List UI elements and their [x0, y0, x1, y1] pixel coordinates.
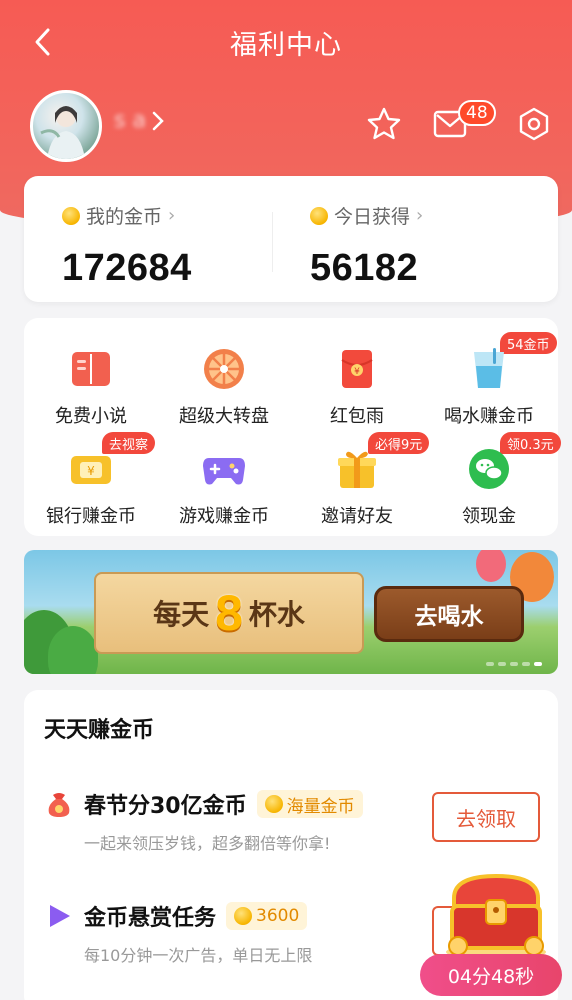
treasure-chest-icon [446, 873, 546, 960]
reward-pill: 海量金币 [256, 790, 363, 818]
chevron-right-icon: › [416, 205, 424, 226]
task-title: 春节分30亿金币 [84, 794, 247, 819]
svg-text:¥: ¥ [87, 464, 95, 478]
grid-item-game-coins[interactable]: 游戏赚金币 [159, 446, 289, 536]
back-button[interactable] [28, 24, 56, 60]
coin-summary-card: 我的金币 › 172684 今日获得 › 56182 [24, 176, 558, 302]
gamepad-icon [203, 458, 245, 485]
grid-item-get-cash[interactable]: 领0.3元 领现金 [424, 432, 561, 536]
avatar-image [40, 106, 85, 159]
avatar[interactable] [30, 90, 102, 162]
section-title: 天天赚金币 [44, 718, 155, 743]
grid-item-label: 银行赚金币 [46, 506, 136, 527]
star-icon [367, 107, 401, 140]
money-bag-icon [48, 793, 70, 817]
grid-item-invite-friends[interactable]: 必得9元 邀请好友 [292, 432, 430, 536]
banner-text-right: 杯水 [248, 598, 305, 631]
reward-pill-label: 3600 [256, 906, 300, 926]
username: s a [114, 108, 146, 133]
grid-item-drink-water[interactable]: 54金币 喝水赚金币 [424, 332, 557, 436]
grid-item-label: 免费小说 [55, 406, 127, 427]
my-coins-label: 我的金币 [86, 206, 163, 228]
my-coins-value: 172684 [62, 247, 192, 289]
go-drink-water-button[interactable]: 去喝水 [374, 586, 524, 642]
tree-decoration [48, 626, 98, 674]
chevron-left-icon [35, 28, 50, 56]
wheel-icon [204, 349, 244, 389]
lightning-coin-icon [264, 795, 283, 813]
page-title: 福利中心 [230, 29, 342, 61]
grid-item-red-envelope-rain[interactable]: ¥ 红包雨 [292, 346, 422, 436]
grid-item-bank-coins[interactable]: 去视察 ¥ 银行赚金币 [26, 432, 156, 536]
chevron-right-icon [152, 111, 164, 130]
svg-text:¥: ¥ [354, 367, 360, 377]
treasure-chest-widget[interactable] [440, 870, 552, 960]
today-coins-value: 56182 [310, 247, 419, 289]
wechat-icon [469, 449, 509, 489]
settings-hexagon-icon [519, 107, 549, 141]
top-bar: 福利中心 [0, 14, 572, 70]
today-coins[interactable]: 今日获得 › 56182 [310, 202, 423, 290]
grid-item-label: 邀请好友 [321, 506, 393, 527]
grid-item-label: 领现金 [462, 506, 516, 527]
red-envelope-icon: ¥ [341, 350, 373, 388]
countdown-timer[interactable]: 04分48秒 [420, 954, 562, 996]
banner-number: 8 [215, 585, 243, 641]
reward-pill-label: 海量金币 [286, 796, 355, 817]
notification-badge: 48 [458, 100, 496, 126]
chevron-right-icon: › [168, 205, 176, 226]
coin-icon [310, 206, 328, 225]
claim-button[interactable]: 去领取 [432, 792, 540, 842]
favorites-button[interactable] [364, 104, 404, 144]
profile-link[interactable]: s a [114, 108, 164, 133]
divider [272, 212, 273, 272]
balloon-decoration [476, 550, 506, 582]
bank-card-icon: ¥ [71, 456, 111, 484]
task-title: 金币悬赏任务 [84, 906, 217, 931]
water-cup-icon [474, 348, 504, 388]
today-coins-label: 今日获得 [334, 206, 411, 228]
feature-grid: 免费小说 超级大转盘 ¥ 红包雨 54金币 喝水赚金币 去视察 ¥ 银行赚金币 … [24, 318, 561, 536]
book-icon [72, 352, 110, 386]
reward-pill: 3600 [226, 902, 308, 930]
grid-item-free-novels[interactable]: 免费小说 [26, 346, 156, 436]
coin-icon [62, 206, 80, 225]
banner-scroll: 每天 8 杯水 [94, 572, 364, 654]
drink-water-banner[interactable]: 每天 8 杯水 去喝水 [24, 550, 558, 674]
settings-button[interactable] [514, 104, 554, 144]
grid-item-label: 喝水赚金币 [444, 406, 534, 427]
banner-text-left: 每天 [153, 598, 210, 631]
lightning-coin-icon [234, 907, 253, 925]
carousel-indicator [486, 662, 542, 666]
play-icon [50, 905, 70, 927]
grid-item-lucky-wheel[interactable]: 超级大转盘 [159, 346, 289, 436]
grid-item-label: 超级大转盘 [179, 406, 269, 427]
grid-item-label: 红包雨 [330, 406, 384, 427]
gift-icon [338, 451, 376, 488]
my-coins[interactable]: 我的金币 › 172684 [62, 202, 192, 290]
grid-item-label: 游戏赚金币 [179, 506, 269, 527]
